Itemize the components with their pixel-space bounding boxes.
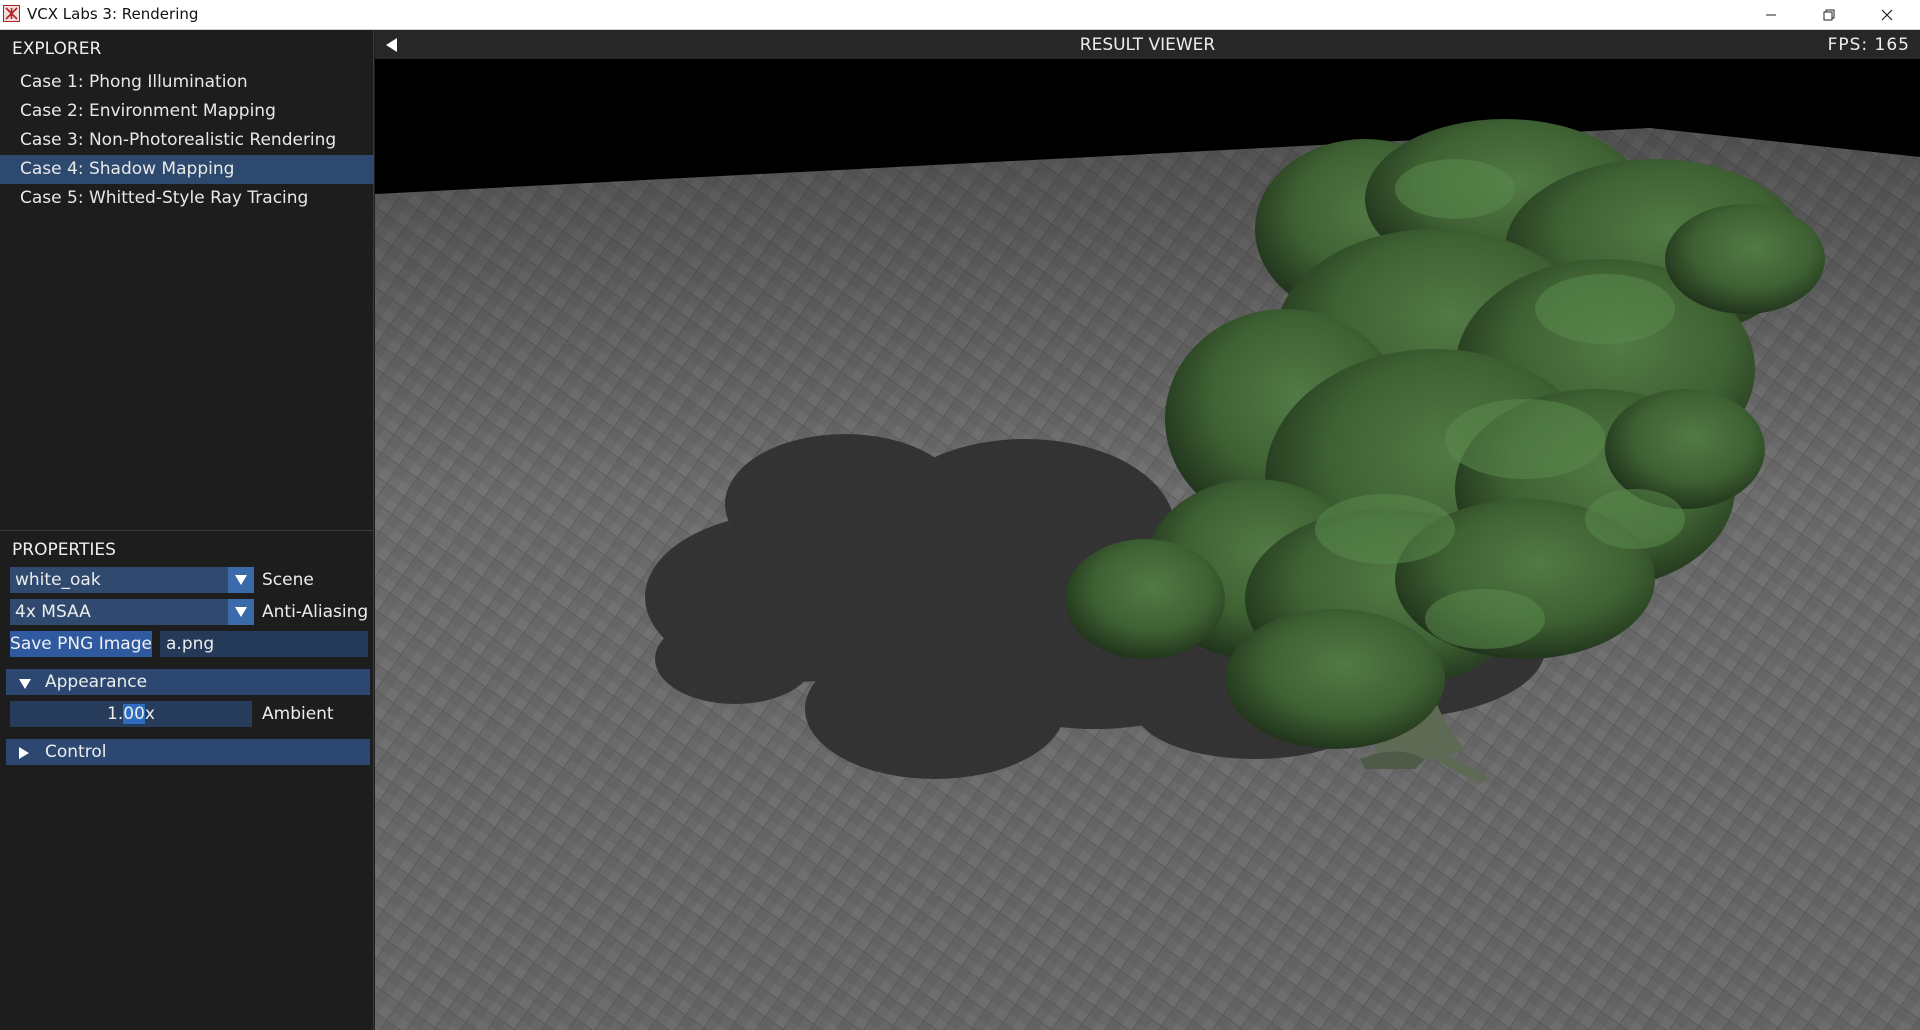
viewer-header: RESULT VIEWER FPS: 165 [375, 30, 1920, 59]
case-item-shadow-mapping[interactable]: Case 4: Shadow Mapping [0, 155, 374, 184]
restore-icon [1823, 9, 1835, 20]
scene-label: Scene [262, 570, 314, 590]
render-viewport[interactable] [375, 59, 1920, 1030]
close-button[interactable] [1858, 0, 1916, 29]
minimize-button[interactable] [1742, 0, 1800, 29]
anti-aliasing-select-value: 4x MSAA [15, 602, 91, 622]
case-item-ray-tracing[interactable]: Case 5: Whitted-Style Ray Tracing [0, 184, 374, 213]
control-label: Control [45, 742, 107, 762]
control-header[interactable]: Control [6, 739, 370, 765]
appearance-header[interactable]: Appearance [6, 669, 370, 695]
properties-header: PROPERTIES [12, 540, 116, 560]
scene-select[interactable]: white_oak [10, 567, 254, 593]
appearance-label: Appearance [45, 672, 148, 692]
viewer-title: RESULT VIEWER [1079, 35, 1216, 55]
save-row: Save PNG Image a.png [10, 631, 370, 657]
filename-input[interactable]: a.png [160, 631, 368, 657]
window-title: VCX Labs 3: Rendering [27, 5, 199, 23]
explorer-header: EXPLORER [12, 39, 102, 59]
save-png-button[interactable]: Save PNG Image [10, 631, 152, 657]
scene-row: white_oak Scene [10, 567, 370, 593]
ambient-label: Ambient [262, 704, 334, 724]
anti-aliasing-label: Anti-Aliasing [262, 602, 369, 622]
scene-select-value: white_oak [15, 570, 101, 590]
result-viewer: RESULT VIEWER FPS: 165 [375, 30, 1920, 1030]
anti-aliasing-row: 4x MSAA Anti-Aliasing [10, 599, 370, 625]
minimize-icon [1766, 14, 1776, 15]
expanded-triangle-icon [18, 675, 32, 694]
case-item-environment-mapping[interactable]: Case 2: Environment Mapping [0, 97, 374, 126]
dropdown-arrow-icon[interactable] [228, 599, 254, 625]
close-icon [1881, 9, 1893, 20]
restore-button[interactable] [1800, 0, 1858, 29]
ambient-row: 1.00x Ambient [10, 701, 370, 727]
panel-divider [0, 530, 374, 531]
case-list: Case 1: Phong Illumination Case 2: Envir… [0, 68, 374, 213]
title-bar: VCX Labs 3: Rendering [0, 0, 1920, 30]
case-item-phong[interactable]: Case 1: Phong Illumination [0, 68, 374, 97]
ambient-slider[interactable]: 1.00x [10, 701, 252, 727]
collapsed-triangle-icon [18, 745, 30, 764]
ambient-value: 1.00x [107, 704, 155, 724]
anti-aliasing-select[interactable]: 4x MSAA [10, 599, 254, 625]
dropdown-arrow-icon[interactable] [228, 567, 254, 593]
case-item-npr[interactable]: Case 3: Non-Photorealistic Rendering [0, 126, 374, 155]
fps-counter: FPS: 165 [1827, 35, 1910, 55]
left-panel: EXPLORER Case 1: Phong Illumination Case… [0, 30, 374, 1030]
app-logo-icon [3, 5, 20, 22]
